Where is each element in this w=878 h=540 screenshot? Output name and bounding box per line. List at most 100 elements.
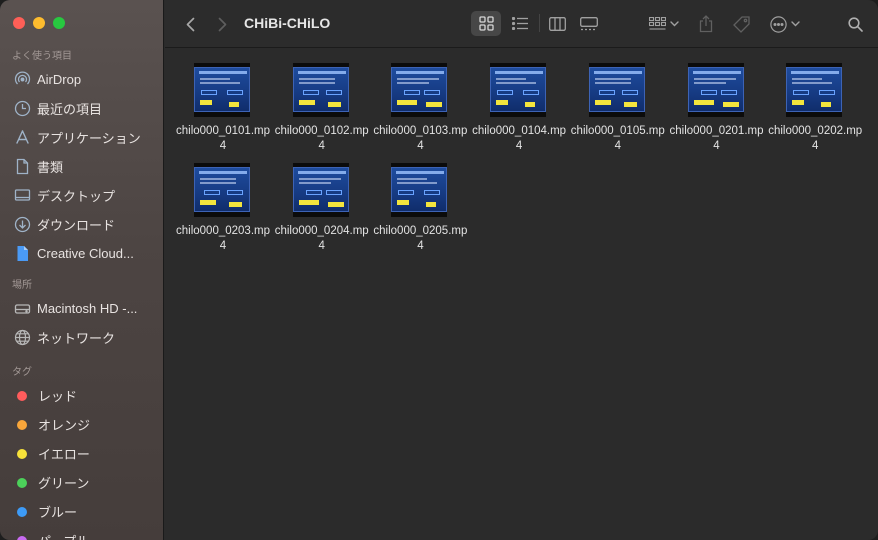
file-name: chilo000_0102.mp4	[274, 125, 369, 152]
file-name: chilo000_0202.mp4	[768, 125, 863, 152]
sidebar-tag-label: オレンジ	[38, 418, 91, 433]
sidebar-tag-0[interactable]: レッド	[0, 381, 164, 410]
zoom-button[interactable]	[53, 17, 65, 29]
sidebar-tag-4[interactable]: ブルー	[0, 497, 164, 526]
sidebar-tag-label: レッド	[38, 389, 78, 404]
share-button[interactable]	[696, 12, 716, 36]
gallery-view-button[interactable]	[574, 11, 604, 36]
sidebar-item-locations-0[interactable]: Macintosh HD -...	[0, 294, 164, 323]
sidebar-item-locations-1[interactable]: ネットワーク	[0, 323, 164, 352]
sidebar-item-label: ダウンロード	[37, 218, 116, 233]
toolbar: CHiBi-CHiLO	[165, 0, 878, 48]
sidebar-tag-label: イエロー	[38, 447, 90, 462]
group-view-icon	[649, 17, 666, 30]
tag-icon	[732, 15, 750, 33]
video-thumbnail	[194, 63, 250, 117]
favorites-heading: よく使う項目	[12, 51, 72, 62]
sidebar-tag-3[interactable]: グリーン	[0, 468, 164, 497]
column-view-button[interactable]	[542, 11, 572, 36]
chevron-down-icon	[670, 21, 679, 27]
tag-color-dot-icon	[17, 390, 27, 401]
video-thumbnail	[490, 63, 547, 117]
action-menu-button[interactable]	[767, 12, 803, 36]
tag-color-dot-icon	[17, 535, 27, 540]
video-thumbnail	[292, 63, 349, 117]
sidebar-item-label: Creative Cloud...	[37, 246, 134, 261]
video-thumbnail	[391, 63, 448, 117]
sidebar-tag-5[interactable]: パープル	[0, 526, 164, 540]
file-name: chilo000_0204.mp4	[274, 225, 369, 252]
sidebar-item-label: アプリケーション	[37, 131, 141, 146]
column-view-icon	[548, 16, 566, 31]
window-controls	[13, 17, 65, 29]
sidebar-item-label: 書類	[37, 160, 64, 175]
sidebar-item-favorites-0[interactable]: AirDrop	[0, 65, 164, 94]
network-globe-icon	[14, 329, 31, 346]
back-button[interactable]	[183, 14, 197, 34]
file-name: chilo000_0205.mp4	[373, 225, 468, 252]
sidebar-item-label: ネットワーク	[37, 331, 116, 346]
sidebar-item-favorites-3[interactable]: 書類	[0, 152, 164, 181]
tags-section: タグ レッドオレンジイエローグリーンブルーパープル	[0, 365, 164, 540]
gallery-view-icon	[580, 16, 598, 30]
tag-color-dot-icon	[17, 448, 27, 459]
video-thumbnail	[391, 163, 448, 217]
locations-section: 場所 Macintosh HD -... ネットワーク	[0, 278, 164, 352]
sidebar-tag-label: パープル	[38, 531, 89, 540]
finder-window: よく使う項目 AirDrop 最近の項目アプリケーション 書類デスクトップ ダウンロー…	[0, 0, 878, 540]
desktop-icon	[14, 187, 31, 204]
favorites-section: よく使う項目 AirDrop 最近の項目アプリケーション 書類デスクトップ ダウンロー…	[0, 49, 164, 268]
search-icon	[847, 16, 863, 32]
sidebar-tag-label: グリーン	[38, 476, 90, 491]
download-icon	[14, 216, 31, 233]
hard-drive-icon	[14, 300, 31, 317]
sidebar-item-label: AirDrop	[37, 72, 82, 87]
chevron-down-icon	[791, 21, 800, 27]
video-thumbnail	[292, 163, 349, 217]
creative-cloud-file-icon	[14, 245, 31, 262]
close-button[interactable]	[13, 17, 25, 29]
tag-button[interactable]	[730, 12, 752, 36]
toolbar-divider	[539, 14, 540, 32]
video-thumbnail	[588, 63, 645, 117]
list-view-icon	[511, 17, 528, 30]
applications-icon	[14, 129, 31, 146]
back-chevron-icon	[186, 17, 194, 31]
sidebar-item-favorites-6[interactable]: Creative Cloud...	[0, 239, 164, 268]
file-name: chilo000_0203.mp4	[176, 225, 270, 252]
locations-heading: 場所	[12, 280, 32, 291]
sidebar-item-favorites-4[interactable]: デスクトップ	[0, 181, 164, 210]
tag-color-dot-icon	[17, 506, 27, 517]
video-thumbnail	[786, 63, 843, 117]
sidebar: よく使う項目 AirDrop 最近の項目アプリケーション 書類デスクトップ ダウンロー…	[0, 0, 164, 540]
ellipsis-circle-icon	[770, 15, 787, 33]
file-name: chilo000_0201.mp4	[669, 125, 764, 152]
forward-button[interactable]	[215, 14, 229, 34]
file-name: chilo000_0103.mp4	[373, 125, 468, 152]
window-title: CHiBi-CHiLO	[244, 15, 331, 31]
document-icon	[14, 158, 31, 175]
sidebar-item-label: 最近の項目	[37, 102, 103, 117]
sidebar-item-favorites-2[interactable]: アプリケーション	[0, 123, 164, 152]
sidebar-tag-1[interactable]: オレンジ	[0, 410, 164, 439]
list-view-button[interactable]	[505, 11, 535, 36]
group-button[interactable]	[646, 12, 682, 36]
sidebar-tag-2[interactable]: イエロー	[0, 439, 164, 468]
icon-view-icon	[478, 16, 494, 31]
tag-color-dot-icon	[17, 419, 27, 430]
file-name: chilo000_0105.mp4	[570, 125, 665, 152]
search-button[interactable]	[845, 13, 865, 35]
sidebar-item-favorites-1[interactable]: 最近の項目	[0, 94, 164, 123]
tags-heading: タグ	[12, 367, 32, 378]
sidebar-item-label: Macintosh HD -...	[37, 301, 138, 316]
minimize-button[interactable]	[33, 17, 45, 29]
sidebar-item-favorites-5[interactable]: ダウンロード	[0, 210, 164, 239]
clock-icon	[14, 100, 31, 117]
icon-view-button[interactable]	[471, 11, 501, 36]
share-icon	[699, 15, 713, 33]
file-name: chilo000_0104.mp4	[472, 125, 567, 152]
sidebar-item-label: デスクトップ	[37, 189, 116, 204]
video-thumbnail	[687, 63, 744, 117]
tag-color-dot-icon	[17, 477, 27, 488]
file-grid: chilo000_0101.mp4 chilo000_0102.mp4 chilo0…	[165, 49, 878, 540]
